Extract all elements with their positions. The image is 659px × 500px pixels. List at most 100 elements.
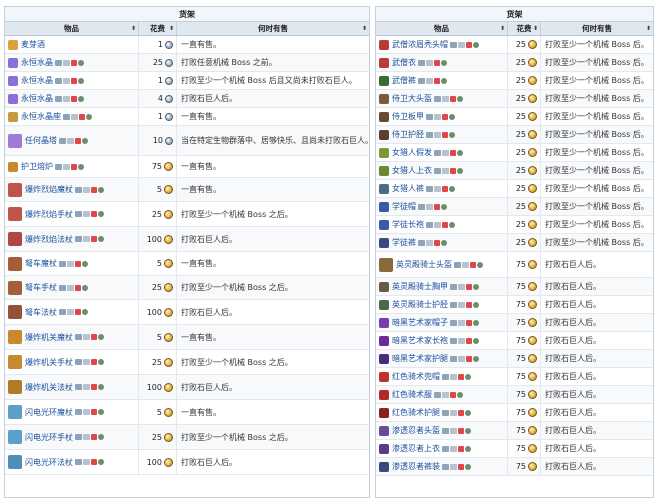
item-name-link[interactable]: 爆炸烈焰法杖 <box>25 234 73 245</box>
item-name-link[interactable]: 学徒帽 <box>392 201 416 212</box>
item-name-link[interactable]: 渗透忍者头盔 <box>392 425 440 436</box>
console-platform-icon <box>426 239 433 246</box>
item-name-link[interactable]: 暗黑艺术家长袍 <box>392 335 448 346</box>
console-platform-icon <box>83 409 90 415</box>
price-cell: 75 <box>508 350 541 367</box>
item-name-link[interactable]: 学徒长袍 <box>392 219 424 230</box>
item-name-link[interactable]: 女猎人假发 <box>392 147 432 158</box>
price-cell: 100 <box>139 300 177 324</box>
price-cell: 100 <box>139 227 177 251</box>
price-cell: 5 <box>139 178 177 201</box>
column-header-item[interactable]: 物品 ⬍ <box>5 22 139 35</box>
item-name-link[interactable]: 任何晶塔 <box>25 135 57 146</box>
item-name-link[interactable]: 英灵殿骑士头盔 <box>396 259 452 270</box>
column-header-price[interactable]: 花费 ⬍ <box>139 22 177 35</box>
item-cell: 永恒水晶 <box>5 54 139 71</box>
availability-cell: 当在特定生物群落中、居够快乐、且尚未打败石巨人。 <box>181 136 369 145</box>
item-name-link[interactable]: 武僧衣 <box>392 57 416 68</box>
lightning-aura-icon <box>8 430 22 444</box>
table-row: 永恒水晶 4 打败石巨人后。 <box>5 90 369 108</box>
item-name-link[interactable]: 永恒水晶 <box>21 75 53 86</box>
gold-coin-icon <box>164 259 173 268</box>
item-name-link[interactable]: 英灵殿骑士胸甲 <box>392 281 448 292</box>
desktop-platform-icon <box>418 59 425 66</box>
column-header-when[interactable]: 何时有售 ⬍ <box>541 22 653 35</box>
item-name-link[interactable]: 武僧裤 <box>392 75 416 86</box>
console-platform-icon <box>434 185 441 192</box>
desktop-platform-icon <box>450 337 457 344</box>
item-name-link[interactable]: 闪电光环魔杖 <box>25 407 73 418</box>
item-name-link[interactable]: 学徒裤 <box>392 237 416 248</box>
item-name-link[interactable]: 红色骑术兜帽 <box>392 371 440 382</box>
item-name-link[interactable]: 爆炸烈焰魔杖 <box>25 184 73 195</box>
item-name-link[interactable]: 暗黑艺术家护腿 <box>392 353 448 364</box>
sort-icon[interactable]: ⬍ <box>646 22 651 36</box>
sort-icon[interactable]: ⬍ <box>131 22 136 36</box>
column-header-when[interactable]: 何时有售 ⬍ <box>177 22 369 35</box>
item-name-link[interactable]: 护卫熔炉 <box>21 161 53 172</box>
column-header-price[interactable]: 花费 ⬍ <box>508 22 541 35</box>
item-name-link[interactable]: 武僧浓眉秃头帽 <box>392 39 448 50</box>
availability-cell: 一直有售。 <box>181 407 221 417</box>
item-name-link[interactable]: 爆炸机关法杖 <box>25 382 73 393</box>
item-name-link[interactable]: 英灵殿骑士护胫 <box>392 299 448 310</box>
item-cell: 女猎人裤 <box>376 180 508 197</box>
switch-platform-icon <box>466 283 472 290</box>
item-name-link[interactable]: 暗黑艺术家帽子 <box>392 317 448 328</box>
item-name-link[interactable]: 侍卫大头盔 <box>392 93 432 104</box>
item-cell: 女猎人上衣 <box>376 162 508 179</box>
gold-coin-icon <box>164 162 173 171</box>
desktop-platform-icon <box>59 309 66 315</box>
desktop-platform-icon <box>450 41 457 48</box>
column-header-item[interactable]: 物品 ⬍ <box>376 22 508 35</box>
item-name-link[interactable]: 闪电光环手杖 <box>25 432 73 443</box>
item-name-link[interactable]: 永恒水晶座 <box>21 111 61 122</box>
sort-icon[interactable]: ⬍ <box>362 22 367 36</box>
item-name-link[interactable]: 红色骑术护腿 <box>392 407 440 418</box>
gold-coin-icon <box>164 432 173 442</box>
item-name-link[interactable]: 渗透忍者裤装 <box>392 461 440 472</box>
item-name-link[interactable]: 爆炸机关手杖 <box>25 357 73 368</box>
price-value: 75 <box>515 462 526 471</box>
desktop-platform-icon <box>63 113 70 120</box>
item-name-link[interactable]: 侍卫护胫 <box>392 129 424 140</box>
console-platform-icon <box>434 113 441 120</box>
flameburst-staff-icon <box>8 182 22 197</box>
console-platform-icon <box>426 59 433 66</box>
mobile-platform-icon <box>82 309 88 315</box>
console-platform-icon <box>67 137 74 144</box>
item-name-link[interactable]: 爆炸机关魔杖 <box>25 332 73 343</box>
mobile-platform-icon <box>465 373 471 380</box>
table-row: 英灵殿骑士头盔 75 打败石巨人后。 <box>376 252 653 278</box>
desktop-platform-icon <box>434 149 441 156</box>
item-name-link[interactable]: 红色骑术服 <box>392 389 432 400</box>
item-name-link[interactable]: 永恒水晶 <box>21 57 53 68</box>
monk-helmet-icon <box>379 39 389 50</box>
item-name-link[interactable]: 弩车魔杖 <box>25 258 57 269</box>
item-name-link[interactable]: 爆炸烈焰手杖 <box>25 209 73 220</box>
desktop-platform-icon <box>75 409 82 415</box>
item-name-link[interactable]: 麦芽酒 <box>21 39 45 50</box>
console-platform-icon <box>458 319 465 326</box>
sort-icon[interactable]: ⬍ <box>169 22 174 36</box>
item-name-link[interactable]: 女猎人裤 <box>392 183 424 194</box>
availability-cell: 打败石巨人后。 <box>545 318 601 327</box>
mobile-platform-icon <box>78 59 84 66</box>
item-name-link[interactable]: 女猎人上衣 <box>392 165 432 176</box>
item-name-link[interactable]: 闪电光环法杖 <box>25 457 73 468</box>
table-row: 女猎人假发 25 打败至少一个机械 Boss 后。 <box>376 144 653 162</box>
item-name-link[interactable]: 渗透忍者上衣 <box>392 443 440 454</box>
mobile-platform-icon <box>473 355 479 362</box>
desktop-platform-icon <box>59 137 66 144</box>
switch-platform-icon <box>434 203 440 210</box>
price-cell: 1 <box>139 72 177 89</box>
item-name-link[interactable]: 侍卫板甲 <box>392 111 424 122</box>
item-name-link[interactable]: 弩车法杖 <box>25 307 57 318</box>
sort-icon[interactable]: ⬍ <box>500 22 505 36</box>
switch-platform-icon <box>91 409 97 415</box>
item-name-link[interactable]: 弩车手杖 <box>25 282 57 293</box>
sort-icon[interactable]: ⬍ <box>533 22 538 36</box>
price-value: 75 <box>515 318 526 327</box>
item-name-link[interactable]: 永恒水晶 <box>21 93 53 104</box>
availability-cell: 打败至少一个机械 Boss 之后。 <box>181 283 293 292</box>
